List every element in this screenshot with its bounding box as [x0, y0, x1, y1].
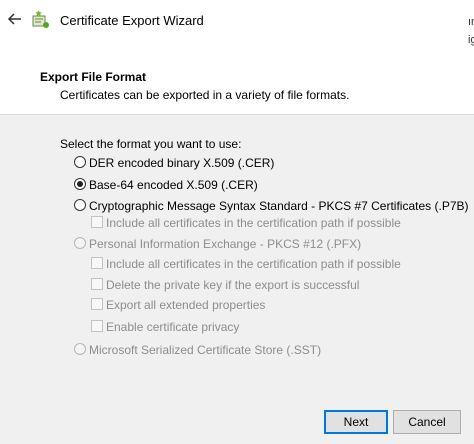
checkbox-pfx-include-path[interactable]	[91, 257, 103, 269]
cancel-button[interactable]: Cancel	[393, 410, 461, 434]
window-title: Certificate Export Wizard	[60, 13, 204, 28]
back-arrow-icon[interactable]	[6, 10, 24, 28]
wizard-footer: Next Cancel	[0, 403, 474, 444]
radio-base64-label[interactable]: Base-64 encoded X.509 (.CER)	[89, 178, 258, 192]
next-button[interactable]: Next	[324, 410, 388, 434]
format-options-panel: Select the format you want to use: DER e…	[0, 115, 474, 403]
checkbox-export-extended-properties[interactable]	[91, 298, 103, 310]
page-title: Export File Format	[40, 70, 147, 84]
checkbox-certificate-privacy[interactable]	[91, 320, 103, 332]
checkbox-delete-private-key-label: Delete the private key if the export is …	[106, 278, 360, 292]
wizard-header: Export File Format Certificates can be e…	[0, 48, 474, 115]
checkbox-delete-private-key[interactable]	[91, 278, 103, 290]
title-bar: Certificate Export Wizard	[0, 0, 474, 42]
page-subtitle: Certificates can be exported in a variet…	[60, 88, 350, 102]
checkbox-pfx-include-path-label: Include all certificates in the certific…	[106, 257, 401, 271]
radio-pfx[interactable]	[74, 237, 86, 249]
checkbox-certificate-privacy-label: Enable certificate privacy	[106, 320, 240, 334]
checkbox-export-extended-properties-label: Export all extended properties	[106, 298, 266, 312]
radio-sst[interactable]	[74, 343, 86, 355]
radio-base64[interactable]	[74, 178, 86, 190]
checkbox-p7b-include-path[interactable]	[91, 216, 103, 228]
certificate-wizard-icon	[32, 10, 49, 28]
edge-text-2: ig	[468, 34, 474, 46]
edge-text-1: ın	[468, 16, 474, 28]
radio-pkcs7-label[interactable]: Cryptographic Message Syntax Standard - …	[89, 199, 469, 213]
radio-pfx-label: Personal Information Exchange - PKCS #12…	[89, 237, 362, 251]
checkbox-p7b-include-path-label: Include all certificates in the certific…	[106, 216, 401, 230]
radio-pkcs7[interactable]	[74, 199, 86, 211]
radio-der[interactable]	[74, 156, 86, 168]
radio-der-label[interactable]: DER encoded binary X.509 (.CER)	[89, 156, 274, 170]
radio-sst-label: Microsoft Serialized Certificate Store (…	[89, 343, 322, 357]
format-prompt: Select the format you want to use:	[60, 137, 242, 151]
